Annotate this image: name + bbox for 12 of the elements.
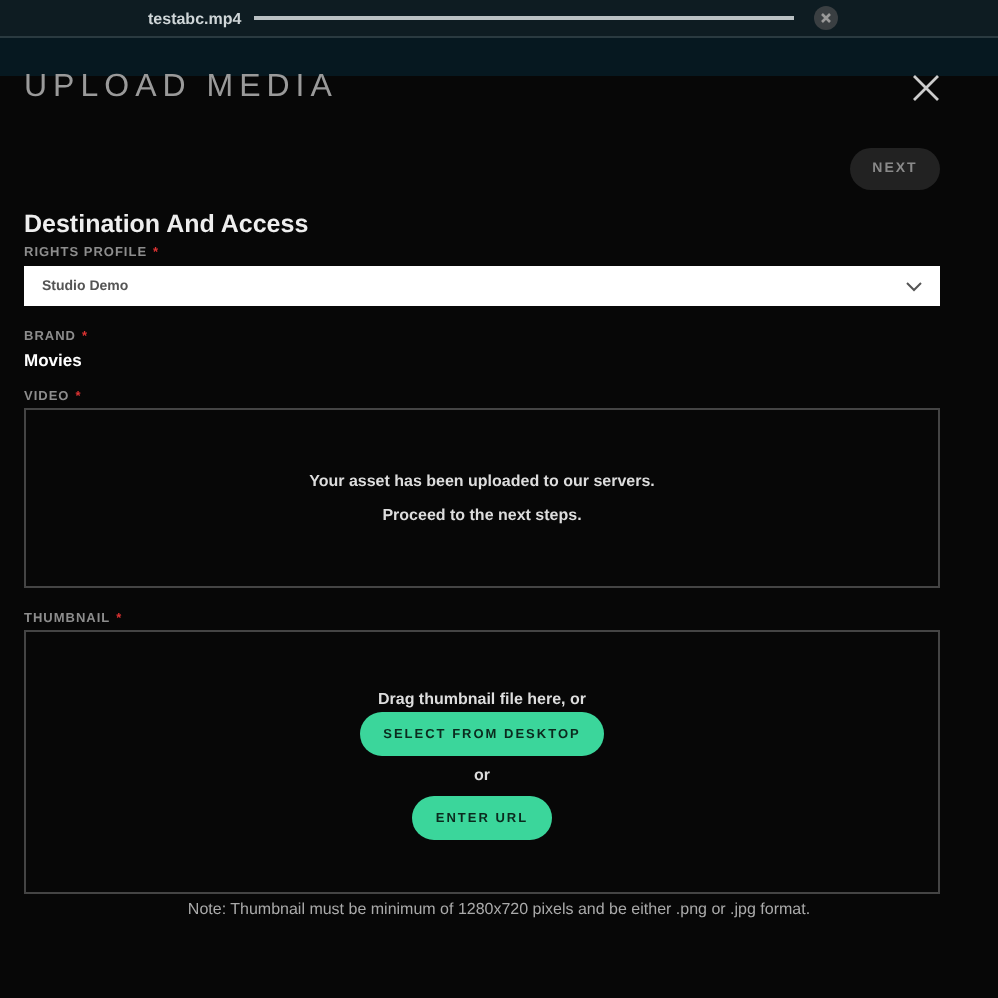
or-text: or xyxy=(474,766,490,784)
status-message: Proceed to the next steps. xyxy=(382,506,582,524)
section-title: Destination And Access xyxy=(24,210,311,238)
chevron-icon xyxy=(906,281,922,291)
drop-prompt: Drag thumbnail file here, or xyxy=(377,690,586,708)
status-message: Your asset has been uploaded to our servers. xyxy=(309,472,655,490)
modal-title: UPLOAD MEDIA xyxy=(24,70,338,106)
brand-value: Movies xyxy=(24,350,84,370)
note-text: Note: Thumbnail must be minimum of 1280x720 pixels and be either .png or .jpg format. xyxy=(185,900,813,918)
cancel-icon[interactable] xyxy=(813,6,838,30)
close-icon[interactable] xyxy=(912,74,940,102)
file-name: testabc.mp4 xyxy=(148,9,242,27)
